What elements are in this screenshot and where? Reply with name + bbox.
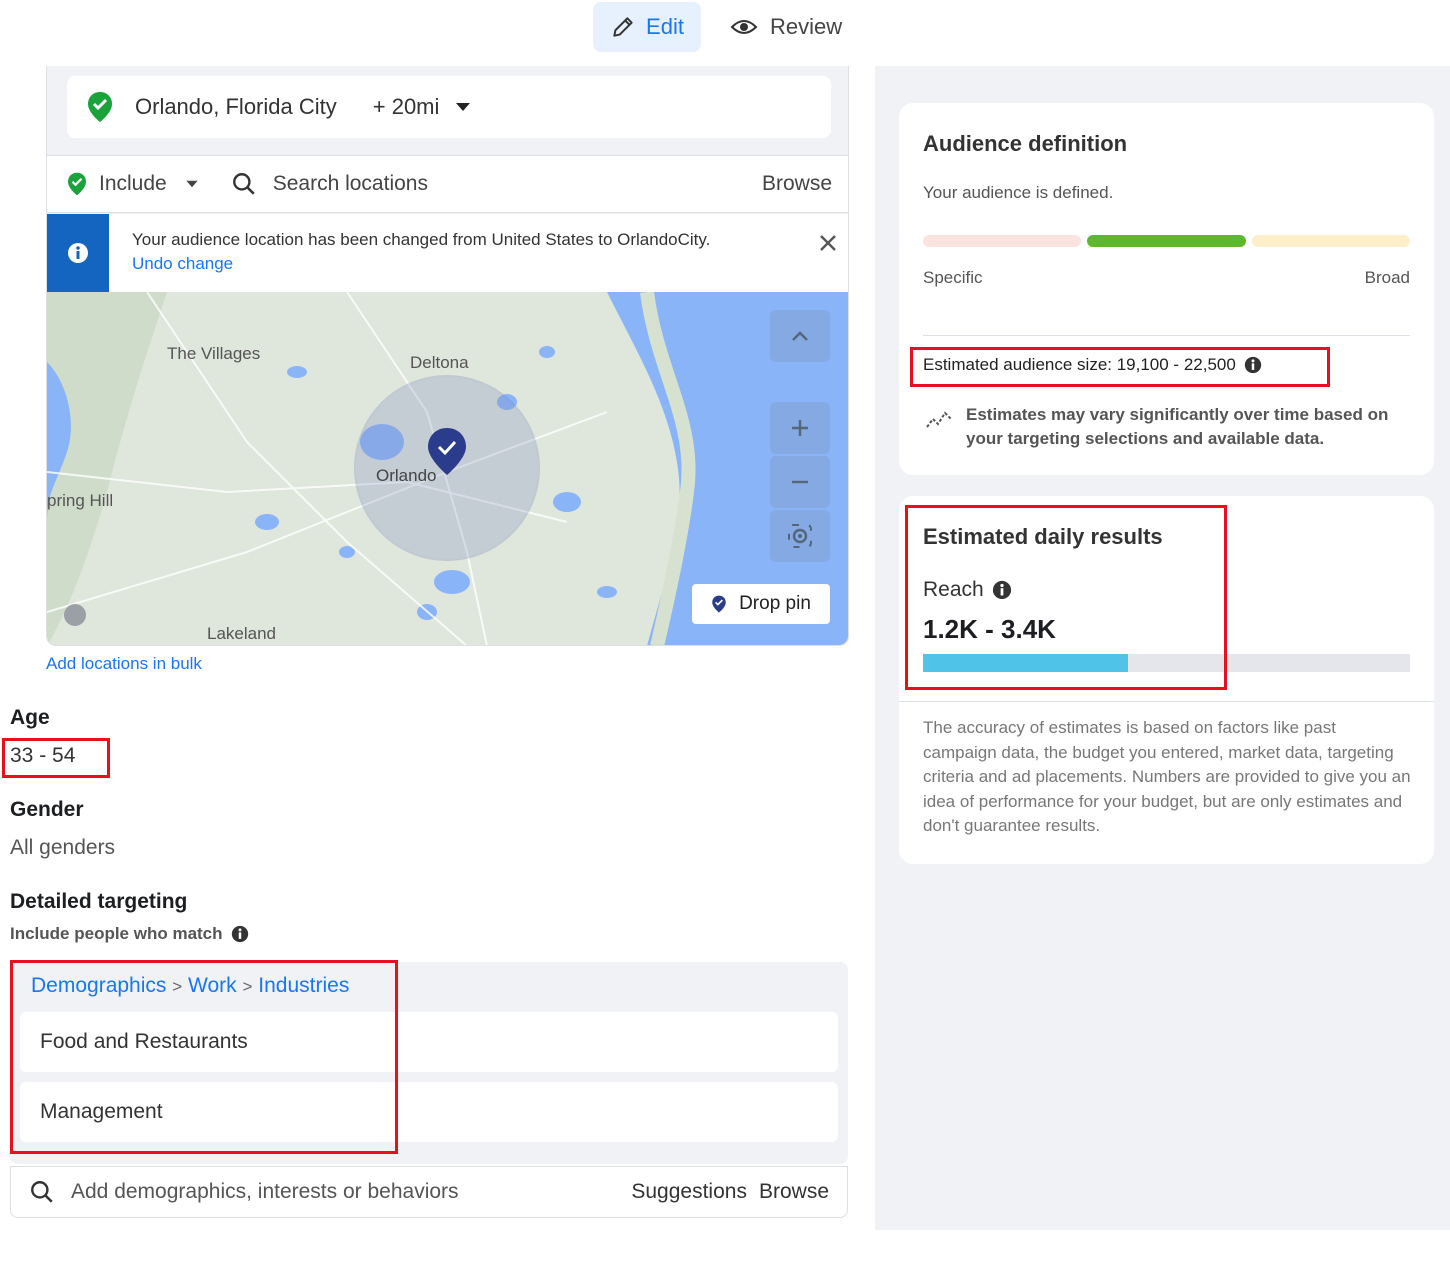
tab-review[interactable]: Review [730,2,850,52]
trend-icon [926,411,952,428]
location-city: Orlando, Florida City [135,94,337,119]
divider [899,701,1434,702]
audience-meter-mid [1087,235,1246,247]
zoom-in-button[interactable] [770,402,830,454]
notice-message: Your audience location has been changed … [132,230,711,273]
browse-targeting-button[interactable]: Browse [759,1180,829,1204]
info-icon[interactable] [231,925,249,943]
caret-down-icon [186,180,198,188]
map-label-orlando: Orlando [376,466,437,485]
eye-icon [730,20,758,34]
gender-label: Gender [10,798,84,821]
undo-change-link[interactable]: Undo change [132,254,233,273]
plus-icon [792,420,808,436]
include-dropdown[interactable]: Include [67,172,199,196]
add-locations-bulk-link[interactable]: Add locations in bulk [46,654,202,674]
search-icon [31,1181,53,1203]
detailed-targeting-title: Detailed targeting [10,890,188,913]
search-icon [232,173,255,195]
map-collapse-button[interactable] [770,310,830,362]
locate-icon [788,524,812,548]
map-label-spring-hill: pring Hill [47,491,114,510]
drop-pin-label: Drop pin [739,593,811,614]
specific-label: Specific [923,268,983,287]
tab-review-label: Review [770,14,843,39]
gender-value[interactable]: All genders [10,836,115,860]
caret-down-icon[interactable] [455,102,471,112]
highlight-daily-results [905,505,1227,690]
suggestions-button[interactable]: Suggestions [631,1180,747,1204]
highlight-age [2,738,110,778]
audience-status: Your audience is defined. [923,183,1114,202]
location-radius[interactable]: + 20mi [373,94,440,120]
map-label-deltona: Deltona [410,353,469,372]
drop-pin-button[interactable]: Drop pin [692,584,830,624]
estimates-vary-note: Estimates may vary significantly over ti… [966,405,1389,448]
chevron-up-icon [792,331,808,341]
location-search-row: Include Search locations Browse [47,155,848,213]
detailed-targeting-subtitle: Include people who match [10,924,249,944]
tab-edit[interactable]: Edit [593,2,701,52]
audience-meter-high [1252,235,1410,247]
highlight-detailed-targeting [10,960,398,1154]
zoom-out-button[interactable] [770,456,830,508]
location-map[interactable]: The Villages Deltona Orlando pring Hill … [47,292,848,645]
minus-icon [792,480,808,484]
location-search-input[interactable]: Search locations [273,172,762,196]
broad-label: Broad [1364,268,1410,287]
pin-check-icon [712,595,726,613]
browse-locations-button[interactable]: Browse [762,172,832,196]
audience-meter-low [923,235,1081,247]
location-pin-icon [88,92,112,122]
map-label-villages: The Villages [167,344,261,363]
audience-definition-title: Audience definition [923,131,1128,156]
audience-definition-card: Audience definition Your audience is def… [899,103,1434,475]
age-label: Age [10,706,50,729]
divider [923,335,1410,336]
pencil-icon [613,17,633,37]
location-change-notice: Your audience location has been changed … [47,214,848,292]
map-label-lakeland: Lakeland [207,624,277,643]
location-panel: Orlando, Florida City + 20mi Include Sea… [46,66,849,646]
accuracy-note: The accuracy of estimates is based on fa… [923,718,1411,835]
tab-edit-label: Edit [646,14,684,39]
include-label: Include [99,172,167,195]
selected-location[interactable]: Orlando, Florida City + 20mi [67,76,831,138]
detailed-targeting-search-input[interactable]: Add demographics, interests or behaviors [71,1180,631,1204]
info-icon [47,214,109,292]
locate-button[interactable] [770,510,830,562]
highlight-audience-size [910,347,1330,387]
location-pin-icon [68,172,86,196]
detailed-targeting-search-row: Add demographics, interests or behaviors… [10,1166,848,1218]
close-icon[interactable] [819,234,837,252]
